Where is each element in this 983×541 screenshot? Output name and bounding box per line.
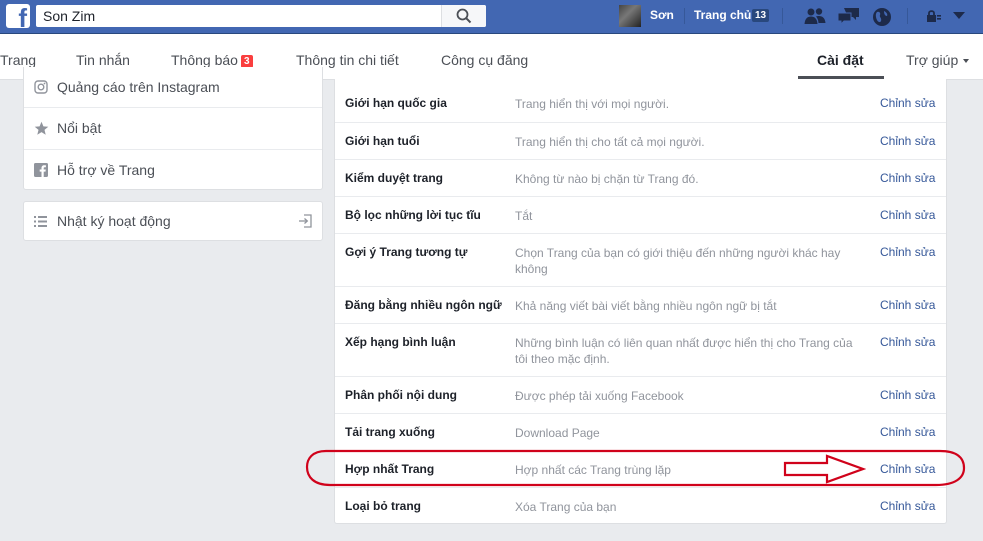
edit-link[interactable]: Chỉnh sửa — [880, 134, 935, 148]
settings-row-profanity-filter: Bộ lọc những lời tục tĩu Tắt Chỉnh sửa — [335, 196, 946, 234]
home-count-badge: 13 — [752, 9, 770, 22]
edit-link[interactable]: Chỉnh sửa — [880, 245, 935, 259]
setting-value: Khả năng viết bài viết bằng nhiều ngôn n… — [515, 299, 777, 313]
edit-link[interactable]: Chỉnh sửa — [880, 171, 935, 185]
tab-page[interactable]: Trang — [0, 52, 36, 68]
tab-insights[interactable]: Thông tin chi tiết — [296, 52, 399, 68]
setting-value: Không từ nào bị chặn từ Trang đó. — [515, 172, 699, 186]
privacy-lock-icon[interactable] — [926, 9, 942, 23]
open-log-icon[interactable] — [299, 214, 312, 228]
sidebar-item-label: Nổi bật — [57, 120, 102, 136]
tab-notifications-label: Thông báo — [171, 52, 238, 68]
chevron-down-icon — [963, 59, 970, 63]
setting-value: Xóa Trang của bạn — [515, 500, 617, 514]
divider — [684, 8, 685, 24]
tab-notifications[interactable]: Thông báo 3 — [171, 52, 253, 68]
facebook-logo-icon[interactable]: f — [6, 4, 30, 31]
setting-value: Được phép tải xuống Facebook — [515, 389, 684, 403]
setting-label: Đăng bằng nhiều ngôn ngữ — [345, 298, 502, 312]
setting-value: Download Page — [515, 426, 600, 440]
edit-link[interactable]: Chỉnh sửa — [880, 499, 935, 513]
red-arrow-annotation — [783, 454, 866, 484]
edit-link[interactable]: Chỉnh sửa — [880, 425, 935, 439]
tab-help-label: Trợ giúp — [906, 52, 959, 68]
settings-row-comment-ranking: Xếp hạng bình luận Những bình luận có li… — [335, 323, 946, 377]
sidebar-item-label: Hỗ trợ về Trang — [57, 162, 155, 178]
divider — [782, 8, 783, 24]
setting-label: Gợi ý Trang tương tự — [345, 245, 468, 259]
settings-row-age-restrictions: Giới hạn tuổi Trang hiển thị cho tất cả … — [335, 122, 946, 160]
sidebar-item-page-support[interactable]: Hỗ trợ về Trang — [24, 149, 322, 191]
activity-log-label: Nhật ký hoạt động — [57, 213, 171, 229]
edit-link[interactable]: Chỉnh sửa — [880, 208, 935, 222]
home-link[interactable]: Trang chủ — [694, 8, 751, 22]
settings-row-country-restrictions: Giới hạn quốc gia Trang hiển thị với mọi… — [335, 79, 946, 122]
edit-link[interactable]: Chỉnh sửa — [880, 96, 935, 110]
user-name: Sơn — [650, 8, 674, 22]
friend-requests-icon[interactable] — [804, 7, 826, 25]
star-icon — [34, 121, 49, 135]
search-box — [36, 5, 486, 27]
setting-label: Xếp hạng bình luận — [345, 335, 456, 349]
sidebar-menu: Quảng cáo trên Instagram Nổi bật Hỗ trợ … — [23, 67, 323, 190]
setting-label: Loại bỏ trang — [345, 499, 421, 513]
messages-icon[interactable] — [837, 7, 861, 25]
settings-row-similar-page-suggestions: Gợi ý Trang tương tự Chọn Trang của bạn … — [335, 233, 946, 287]
setting-value: Chọn Trang của bạn có giới thiệu đến nhữ… — [515, 246, 841, 276]
sidebar-item-boost[interactable]: Nổi bật — [24, 107, 322, 149]
tab-help[interactable]: Trợ giúp — [906, 52, 970, 68]
settings-row-content-distribution: Phân phối nội dung Được phép tải xuống F… — [335, 376, 946, 414]
setting-value: Trang hiển thị với mọi người. — [515, 97, 670, 111]
setting-value: Những bình luận có liên quan nhất được h… — [515, 336, 853, 366]
divider — [907, 8, 908, 24]
settings-row-multi-language-posts: Đăng bằng nhiều ngôn ngữ Khả năng viết b… — [335, 286, 946, 324]
top-navigation-bar: f Sơn Trang chủ 13 — [0, 0, 983, 34]
setting-label: Giới hạn tuổi — [345, 134, 420, 148]
instagram-icon — [34, 80, 48, 94]
tab-publishing-tools[interactable]: Công cụ đăng — [441, 52, 528, 68]
list-icon — [34, 216, 47, 227]
edit-link[interactable]: Chỉnh sửa — [880, 298, 935, 312]
tab-messages[interactable]: Tin nhắn — [76, 52, 130, 68]
account-menu-chevron-icon[interactable] — [953, 12, 965, 20]
setting-value: Trang hiển thị cho tất cả mọi người. — [515, 135, 705, 149]
edit-link[interactable]: Chỉnh sửa — [880, 388, 935, 402]
setting-label: Tải trang xuống — [345, 425, 435, 439]
search-icon — [456, 8, 472, 24]
highlight-ellipse-annotation — [305, 449, 966, 487]
setting-label: Phân phối nội dung — [345, 388, 457, 402]
search-input[interactable] — [36, 5, 441, 27]
search-button[interactable] — [441, 5, 486, 27]
facebook-icon — [34, 163, 48, 177]
avatar — [619, 5, 641, 27]
edit-link[interactable]: Chỉnh sửa — [880, 335, 935, 349]
setting-label: Bộ lọc những lời tục tĩu — [345, 208, 481, 222]
sidebar-item-instagram-ads[interactable]: Quảng cáo trên Instagram — [24, 67, 322, 107]
settings-row-remove-page: Loại bỏ trang Xóa Trang của bạn Chỉnh sử… — [335, 487, 946, 525]
tab-settings[interactable]: Cài đặt — [817, 52, 864, 68]
sidebar-item-label: Quảng cáo trên Instagram — [57, 79, 220, 95]
globe-notifications-icon[interactable] — [872, 7, 892, 27]
setting-value: Tắt — [515, 209, 533, 223]
settings-row-page-moderation: Kiểm duyệt trang Không từ nào bị chặn từ… — [335, 159, 946, 197]
setting-label: Kiểm duyệt trang — [345, 171, 444, 185]
setting-label: Giới hạn quốc gia — [345, 96, 447, 110]
activity-log-card[interactable]: Nhật ký hoạt động — [23, 201, 323, 241]
